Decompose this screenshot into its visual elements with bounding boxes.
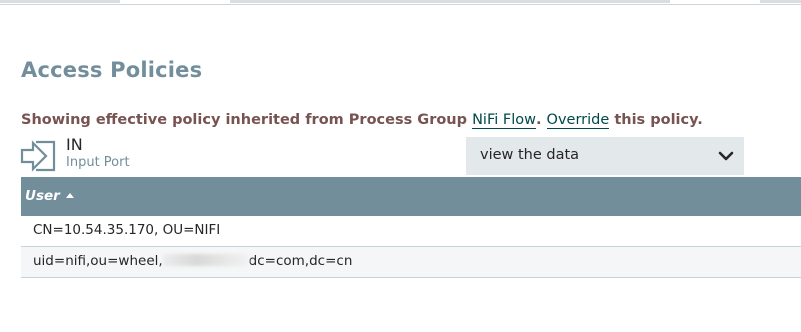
- background-toolbar-strip: [0, 0, 801, 5]
- chevron-down-icon: [718, 151, 734, 161]
- sort-ascending-icon: [65, 193, 74, 198]
- policy-message: Showing effective policy inherited from …: [21, 112, 703, 129]
- blurred-background: [0, 0, 120, 3]
- user-cell: CN=10.54.35.170, OU=NIFI: [33, 222, 221, 238]
- override-link[interactable]: Override: [546, 112, 610, 129]
- policy-action-selected: view the data: [480, 147, 580, 163]
- input-port-icon: [20, 140, 56, 172]
- users-table: User CN=10.54.35.170, OU=NIFI uid=nifi,o…: [21, 177, 801, 278]
- process-group-link[interactable]: NiFi Flow: [472, 112, 536, 129]
- column-header-user[interactable]: User: [25, 188, 74, 204]
- policy-message-suffix: this policy.: [609, 112, 703, 128]
- redacted-region: [162, 254, 249, 266]
- policy-message-prefix: Showing effective policy inherited from …: [21, 112, 473, 128]
- component-name: IN: [66, 135, 83, 154]
- user-cell: uid=nifi,ou=wheel, dc=com,dc=cn: [33, 253, 352, 269]
- column-header-label: User: [25, 188, 60, 204]
- user-cell-part: uid=nifi,ou=wheel,: [33, 253, 163, 269]
- policy-message-separator: .: [535, 112, 547, 128]
- table-row[interactable]: CN=10.54.35.170, OU=NIFI: [21, 216, 801, 247]
- blurred-background: [760, 0, 801, 3]
- page-title: Access Policies: [21, 58, 203, 82]
- blurred-background: [230, 0, 670, 3]
- policy-action-select[interactable]: view the data: [466, 137, 744, 175]
- table-row[interactable]: uid=nifi,ou=wheel, dc=com,dc=cn: [21, 247, 801, 278]
- user-cell-part: dc=com,dc=cn: [248, 253, 353, 269]
- table-header: User: [21, 177, 801, 216]
- component-type: Input Port: [66, 155, 130, 170]
